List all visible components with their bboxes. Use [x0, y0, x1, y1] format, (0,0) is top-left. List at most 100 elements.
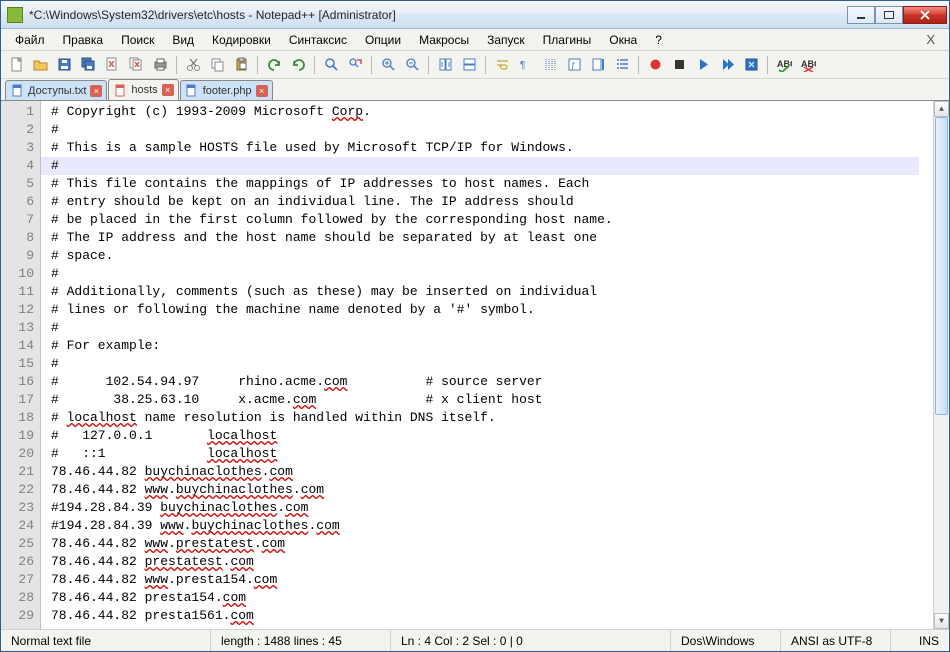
line-number: 14	[1, 337, 34, 355]
line-number: 16	[1, 373, 34, 391]
lang-icon[interactable]: ƒ	[563, 54, 585, 76]
menu-item-8[interactable]: Запуск	[479, 31, 533, 49]
svg-text:ABC: ABC	[777, 59, 792, 69]
menu-item-7[interactable]: Макросы	[411, 31, 477, 49]
tab-0[interactable]: Доступы.txt×	[5, 80, 107, 100]
code-line[interactable]: # ::1 localhost	[51, 445, 933, 463]
code-line[interactable]: # be placed in the first column followed…	[51, 211, 933, 229]
tab-1[interactable]: hosts×	[108, 79, 178, 100]
spell-check-on-icon[interactable]: ABC	[773, 54, 795, 76]
code-line[interactable]: # This file contains the mappings of IP …	[51, 175, 933, 193]
scroll-up-button[interactable]: ▲	[934, 101, 949, 117]
code-line[interactable]: # For example:	[51, 337, 933, 355]
code-line[interactable]: # This is a sample HOSTS file used by Mi…	[51, 139, 933, 157]
wrap-icon[interactable]	[491, 54, 513, 76]
code-line[interactable]: # entry should be kept on an individual …	[51, 193, 933, 211]
menu-item-2[interactable]: Поиск	[113, 31, 162, 49]
titlebar[interactable]: *C:\Windows\System32\drivers\etc\hosts -…	[1, 1, 949, 29]
find-icon[interactable]	[320, 54, 342, 76]
minimize-button[interactable]	[847, 6, 875, 24]
code-line[interactable]: # space.	[51, 247, 933, 265]
play-multi-icon[interactable]	[716, 54, 738, 76]
tab-close-icon[interactable]: ×	[256, 85, 268, 97]
menubar-close-icon[interactable]: X	[918, 32, 943, 47]
close-icon[interactable]	[101, 54, 123, 76]
code-line[interactable]: 78.46.44.82 www.buychinaclothes.com	[51, 481, 933, 499]
menu-item-3[interactable]: Вид	[164, 31, 202, 49]
line-number-gutter: 1234567891011121314151617181920212223242…	[1, 101, 41, 629]
show-all-icon[interactable]: ¶	[515, 54, 537, 76]
tab-close-icon[interactable]: ×	[90, 85, 102, 97]
line-number: 11	[1, 283, 34, 301]
code-line[interactable]: #	[51, 265, 933, 283]
save-icon[interactable]	[53, 54, 75, 76]
save-macro-icon[interactable]	[740, 54, 762, 76]
menu-item-6[interactable]: Опции	[357, 31, 409, 49]
menu-item-10[interactable]: Окна	[601, 31, 645, 49]
indent-guide-icon[interactable]	[539, 54, 561, 76]
new-file-icon[interactable]	[5, 54, 27, 76]
scrollbar-track[interactable]	[934, 117, 949, 613]
code-line[interactable]: #	[51, 121, 933, 139]
code-line[interactable]: # 38.25.63.10 x.acme.com # x client host	[51, 391, 933, 409]
code-line[interactable]: # lines or following the machine name de…	[51, 301, 933, 319]
copy-icon[interactable]	[206, 54, 228, 76]
stop-macro-icon[interactable]	[668, 54, 690, 76]
code-line[interactable]: #194.28.84.39 www.buychinaclothes.com	[51, 517, 933, 535]
code-line[interactable]: 78.46.44.82 www.presta154.com	[51, 571, 933, 589]
window-close-button[interactable]	[903, 6, 947, 24]
zoom-in-icon[interactable]	[377, 54, 399, 76]
spell-check-off-icon[interactable]: ABC	[797, 54, 819, 76]
line-number: 1	[1, 103, 34, 121]
menu-item-0[interactable]: Файл	[7, 31, 53, 49]
code-line[interactable]: # 102.54.94.97 rhino.acme.com # source s…	[51, 373, 933, 391]
record-macro-icon[interactable]	[644, 54, 666, 76]
cut-icon[interactable]	[182, 54, 204, 76]
redo-icon[interactable]	[287, 54, 309, 76]
code-line[interactable]: #	[51, 355, 933, 373]
vertical-scrollbar[interactable]: ▲ ▼	[933, 101, 949, 629]
code-line[interactable]: 78.46.44.82 www.prestatest.com	[51, 535, 933, 553]
scrollbar-thumb[interactable]	[935, 117, 948, 415]
undo-icon[interactable]	[263, 54, 285, 76]
code-line[interactable]: # localhost name resolution is handled w…	[51, 409, 933, 427]
menu-item-5[interactable]: Синтаксис	[281, 31, 355, 49]
code-content[interactable]: # Copyright (c) 1993-2009 Microsoft Corp…	[41, 101, 933, 629]
code-line[interactable]: # The IP address and the host name shoul…	[51, 229, 933, 247]
editor-area[interactable]: 1234567891011121314151617181920212223242…	[1, 101, 949, 629]
maximize-button[interactable]	[875, 6, 903, 24]
menu-item-4[interactable]: Кодировки	[204, 31, 279, 49]
close-all-icon[interactable]	[125, 54, 147, 76]
code-line[interactable]: 78.46.44.82 presta1561.com	[51, 607, 933, 625]
print-icon[interactable]	[149, 54, 171, 76]
code-line[interactable]: 78.46.44.82 prestatest.com	[51, 553, 933, 571]
menu-item-1[interactable]: Правка	[55, 31, 112, 49]
open-file-icon[interactable]	[29, 54, 51, 76]
tab-2[interactable]: footer.php×	[180, 80, 273, 100]
doc-map-icon[interactable]	[587, 54, 609, 76]
code-line[interactable]: 78.46.44.82 buychinaclothes.com	[51, 463, 933, 481]
tab-close-icon[interactable]: ×	[162, 84, 174, 96]
code-line[interactable]: # Additionally, comments (such as these)…	[51, 283, 933, 301]
statusbar: Normal text file length : 1488 lines : 4…	[1, 629, 949, 651]
replace-icon[interactable]	[344, 54, 366, 76]
status-length: length : 1488 lines : 45	[211, 630, 391, 651]
code-line[interactable]: #194.28.84.39 buychinaclothes.com	[51, 499, 933, 517]
zoom-out-icon[interactable]	[401, 54, 423, 76]
paste-icon[interactable]	[230, 54, 252, 76]
play-macro-icon[interactable]	[692, 54, 714, 76]
code-line[interactable]: #	[51, 319, 933, 337]
sync-v-icon[interactable]	[434, 54, 456, 76]
code-line[interactable]: 78.46.44.82 presta154.com	[51, 589, 933, 607]
code-line[interactable]: # Copyright (c) 1993-2009 Microsoft Corp…	[51, 103, 933, 121]
code-line[interactable]: # 127.0.0.1 localhost	[51, 427, 933, 445]
menu-item-11[interactable]: ?	[647, 31, 670, 49]
menu-item-9[interactable]: Плагины	[535, 31, 600, 49]
line-number: 26	[1, 553, 34, 571]
save-all-icon[interactable]	[77, 54, 99, 76]
svg-text:ABC: ABC	[801, 59, 816, 69]
scroll-down-button[interactable]: ▼	[934, 613, 949, 629]
status-ins: INS	[891, 630, 949, 651]
sync-h-icon[interactable]	[458, 54, 480, 76]
func-list-icon[interactable]	[611, 54, 633, 76]
